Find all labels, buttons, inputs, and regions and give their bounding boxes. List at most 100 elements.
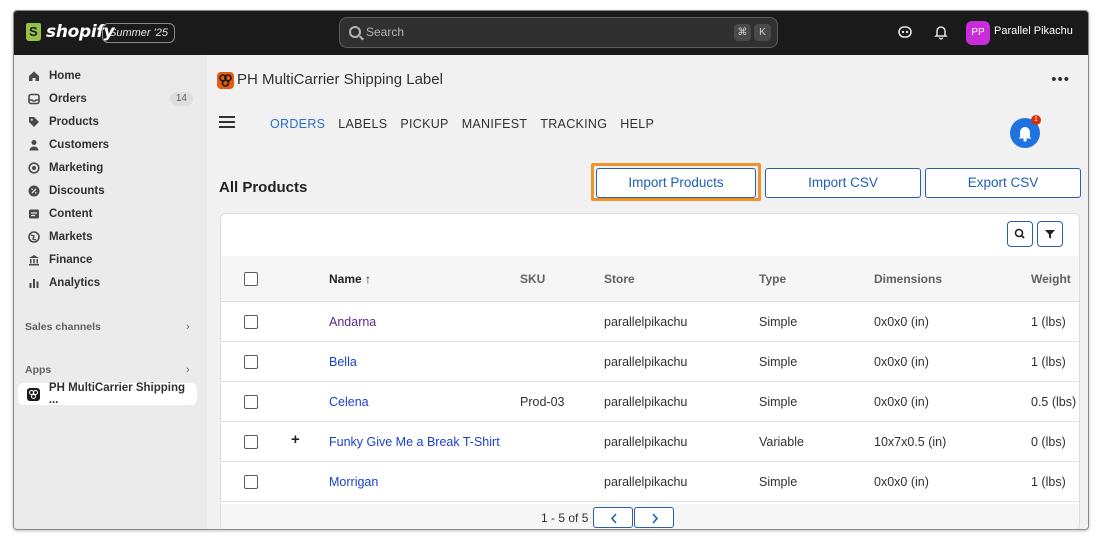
- sales-channels-label[interactable]: Sales channels: [25, 321, 101, 333]
- product-sku: Prod-03: [520, 395, 565, 409]
- table-row: Morrigan parallelpikachu Simple 0x0x0 (i…: [221, 462, 1079, 502]
- sidebar-item-finance[interactable]: Finance: [18, 249, 197, 271]
- search-placeholder: Search: [366, 25, 405, 39]
- sort-ascending-icon: ↑: [365, 272, 372, 286]
- product-type: Simple: [759, 395, 798, 409]
- product-weight: 0.5 (lbs): [1031, 395, 1077, 409]
- content-icon: [27, 207, 41, 221]
- chevron-right-icon[interactable]: ›: [186, 364, 190, 376]
- export-csv-button[interactable]: Export CSV: [925, 168, 1081, 198]
- next-page-button[interactable]: [634, 507, 674, 528]
- sidekick-icon[interactable]: [897, 24, 915, 42]
- home-icon: [27, 69, 41, 83]
- column-header-dimensions[interactable]: Dimensions: [874, 272, 942, 286]
- product-weight: 0 (lbs): [1031, 435, 1066, 449]
- sidebar-item-label: PH MultiCarrier Shipping ...: [48, 382, 186, 406]
- chevron-right-icon[interactable]: ›: [186, 321, 190, 333]
- sidebar-item-label: Products: [49, 116, 99, 128]
- sidebar-item-markets[interactable]: Markets: [18, 226, 197, 248]
- column-label: Name: [329, 272, 362, 286]
- k-key: K: [754, 24, 771, 41]
- app-logo-icon: [27, 387, 41, 401]
- sidebar-item-home[interactable]: Home: [18, 65, 197, 87]
- sidebar-item-content[interactable]: Content: [18, 203, 197, 225]
- column-header-weight[interactable]: Weight: [1031, 272, 1071, 286]
- table-row: Andarna parallelpikachu Simple 0x0x0 (in…: [221, 302, 1079, 342]
- store-name[interactable]: Parallel Pikachu: [994, 25, 1073, 37]
- apps-label[interactable]: Apps: [25, 364, 51, 376]
- search-icon: [349, 26, 361, 38]
- search-input[interactable]: Search ⌘ K: [339, 17, 778, 48]
- main-content: PH MultiCarrier Shipping Label ••• ORDER…: [207, 55, 1088, 529]
- avatar[interactable]: PP: [966, 21, 990, 45]
- target-icon: [27, 161, 41, 175]
- column-header-type[interactable]: Type: [759, 272, 786, 286]
- tab-pickup[interactable]: PICKUP: [400, 117, 448, 131]
- sidebar-item-discounts[interactable]: Discounts: [18, 180, 197, 202]
- section-title: All Products: [219, 179, 308, 196]
- product-type: Simple: [759, 315, 798, 329]
- notification-count-badge: 1: [1031, 115, 1041, 125]
- page-title: PH MultiCarrier Shipping Label: [237, 71, 443, 88]
- product-name-link[interactable]: Funky Give Me a Break T-Shirt: [329, 435, 500, 449]
- sidebar-item-marketing[interactable]: Marketing: [18, 157, 197, 179]
- sidebar-item-analytics[interactable]: Analytics: [18, 272, 197, 294]
- sidebar-item-orders[interactable]: Orders 14: [18, 88, 197, 110]
- product-store: parallelpikachu: [604, 475, 688, 489]
- pagination-label: 1 - 5 of 5: [541, 511, 589, 525]
- product-name-link[interactable]: Celena: [329, 395, 369, 409]
- product-store: parallelpikachu: [604, 395, 688, 409]
- tab-manifest[interactable]: MANIFEST: [462, 117, 528, 131]
- sidebar-item-customers[interactable]: Customers: [18, 134, 197, 156]
- table-row: Bella parallelpikachu Simple 0x0x0 (in) …: [221, 342, 1079, 382]
- column-header-store[interactable]: Store: [604, 272, 635, 286]
- product-name-link[interactable]: Bella: [329, 355, 357, 369]
- sidebar-item-ph-multicarrier[interactable]: PH MultiCarrier Shipping ...: [18, 382, 197, 406]
- sidebar-item-label: Customers: [49, 139, 110, 151]
- import-products-button[interactable]: Import Products: [596, 168, 756, 198]
- more-actions-icon[interactable]: •••: [1051, 71, 1070, 88]
- search-button[interactable]: [1007, 221, 1033, 247]
- product-weight: 1 (lbs): [1031, 355, 1066, 369]
- import-csv-button[interactable]: Import CSV: [765, 168, 921, 198]
- product-dimensions: 0x0x0 (in): [874, 315, 929, 329]
- product-type: Simple: [759, 355, 798, 369]
- tab-help[interactable]: HELP: [620, 117, 654, 131]
- top-bar: shopify Summer '25 Search ⌘ K PP Paralle…: [14, 11, 1088, 55]
- previous-page-button[interactable]: [593, 507, 633, 528]
- row-checkbox[interactable]: [244, 475, 258, 489]
- product-type: Variable: [759, 435, 804, 449]
- product-dimensions: 0x0x0 (in): [874, 355, 929, 369]
- hamburger-menu-icon[interactable]: [219, 116, 235, 128]
- column-header-name[interactable]: Name ↑: [329, 272, 371, 286]
- tab-tracking[interactable]: TRACKING: [540, 117, 607, 131]
- product-store: parallelpikachu: [604, 315, 688, 329]
- app-nav-tabs: ORDERS LABELS PICKUP MANIFEST TRACKING H…: [270, 117, 667, 131]
- product-weight: 1 (lbs): [1031, 315, 1066, 329]
- row-checkbox[interactable]: [244, 355, 258, 369]
- shopify-bag-icon: [26, 23, 41, 41]
- discount-icon: [27, 184, 41, 198]
- select-all-checkbox[interactable]: [244, 272, 258, 286]
- app-logo-icon: [217, 72, 234, 89]
- sidebar-item-label: Analytics: [49, 277, 101, 289]
- row-checkbox[interactable]: [244, 315, 258, 329]
- row-checkbox[interactable]: [244, 395, 258, 409]
- tab-orders[interactable]: ORDERS: [270, 117, 325, 131]
- bank-icon: [27, 253, 41, 267]
- products-table-card: Name ↑ SKU Store Type Dimensions Weight …: [220, 213, 1080, 529]
- globe-icon: [27, 230, 41, 244]
- filter-button[interactable]: [1037, 221, 1063, 247]
- column-header-sku[interactable]: SKU: [520, 272, 545, 286]
- row-checkbox[interactable]: [244, 435, 258, 449]
- expand-plus-icon[interactable]: +: [291, 431, 300, 448]
- product-name-link[interactable]: Morrigan: [329, 475, 378, 489]
- table-row: + Funky Give Me a Break T-Shirt parallel…: [221, 422, 1079, 462]
- sidebar-item-products[interactable]: Products: [18, 111, 197, 133]
- pagination: 1 - 5 of 5: [221, 504, 1079, 529]
- product-dimensions: 0x0x0 (in): [874, 475, 929, 489]
- bell-icon[interactable]: [933, 24, 951, 42]
- tab-labels[interactable]: LABELS: [338, 117, 387, 131]
- product-name-link[interactable]: Andarna: [329, 315, 376, 329]
- product-store: parallelpikachu: [604, 355, 688, 369]
